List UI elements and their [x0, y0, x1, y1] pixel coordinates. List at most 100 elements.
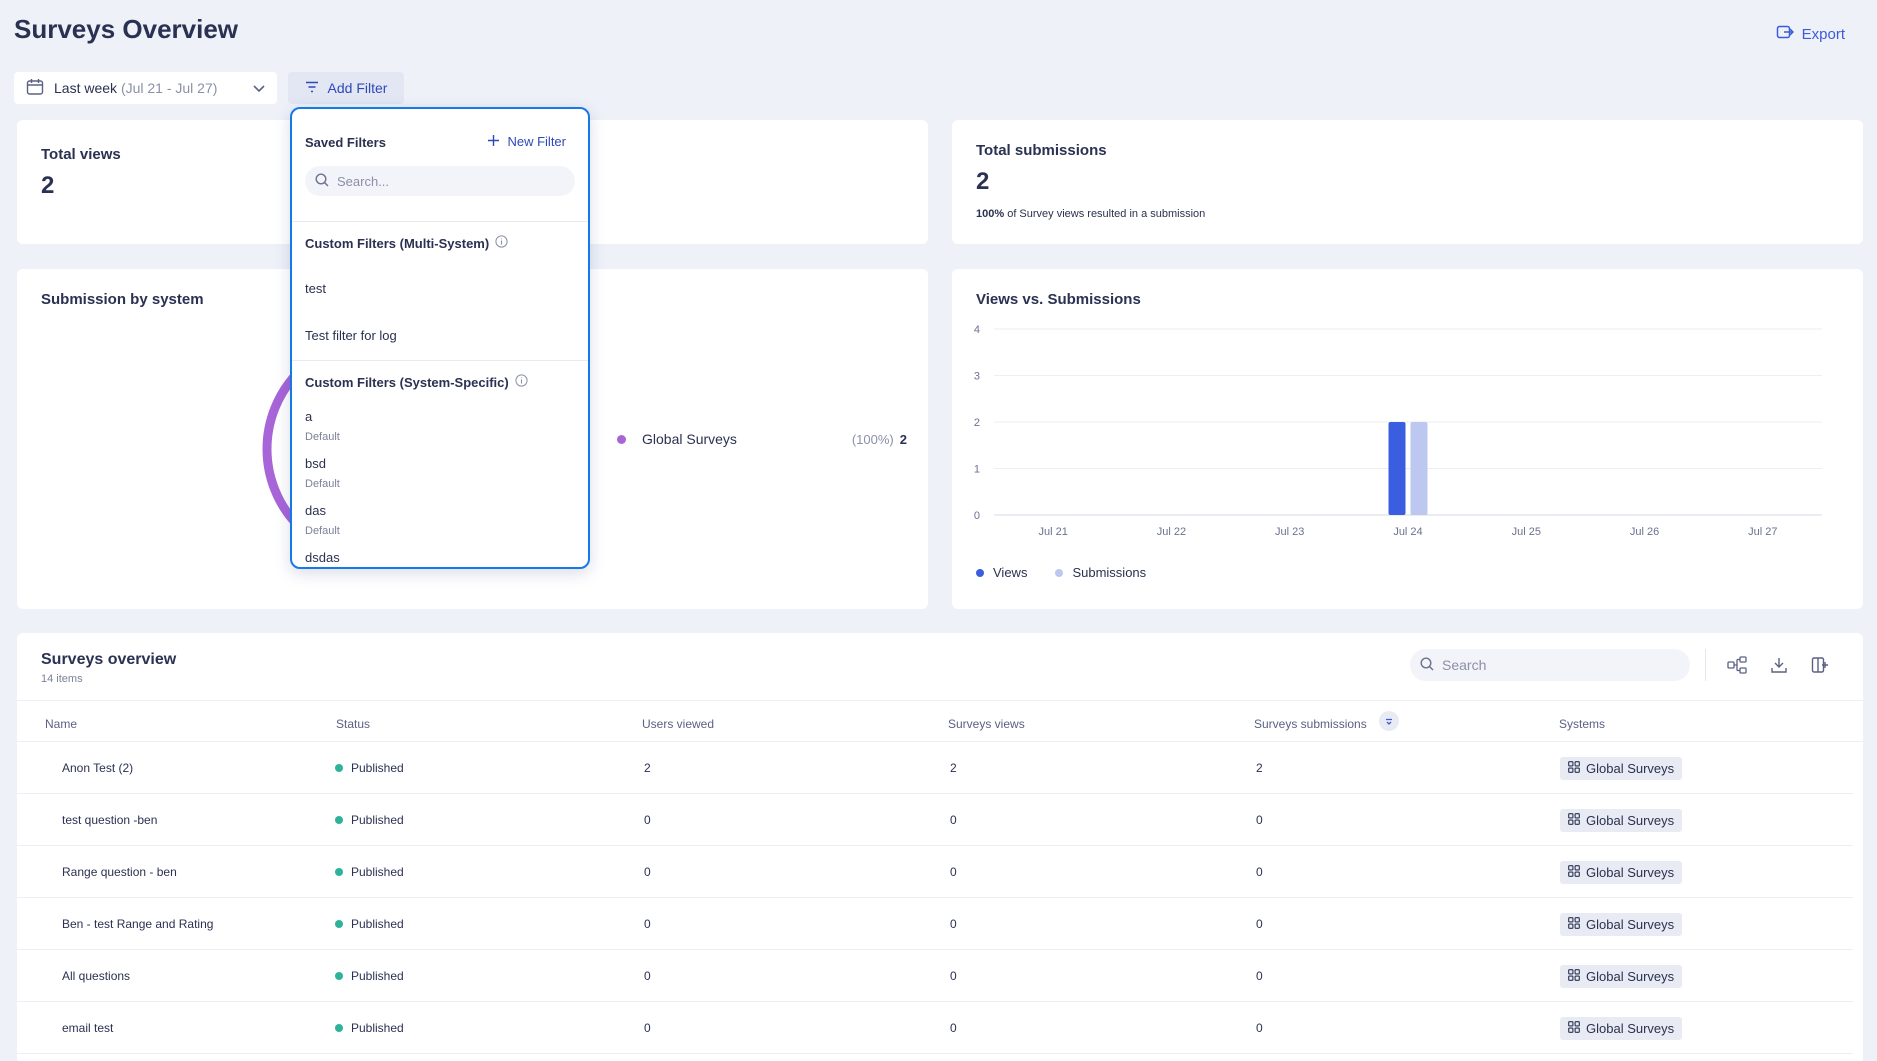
table-search-input[interactable]: Search: [1410, 649, 1690, 681]
cell-surveys-views: 0: [950, 1021, 957, 1035]
filters-search-placeholder: Search...: [337, 173, 390, 189]
download-button[interactable]: [1765, 651, 1793, 679]
hierarchy-button[interactable]: [1723, 651, 1751, 679]
system-chip: Global Surveys: [1560, 1016, 1683, 1040]
column-header-status[interactable]: Status: [336, 717, 370, 731]
submission-rate-text: of Survey views resulted in a submission: [1004, 208, 1206, 220]
date-range-value: (Jul 21 - Jul 27): [120, 80, 218, 96]
grid-icon: [1568, 760, 1580, 776]
total-views-title: Total views: [41, 146, 121, 163]
total-submissions-title: Total submissions: [976, 142, 1107, 159]
chevron-down-icon: [253, 80, 265, 96]
new-filter-button[interactable]: New Filter: [488, 134, 566, 149]
table-row[interactable]: Range question - ben Published 0 0 0 Global S…: [17, 846, 1853, 898]
grid-icon: [1568, 812, 1580, 828]
table-row[interactable]: Anon Test (2) Published 2 2 2 Global Surveys: [17, 742, 1853, 794]
cell-name: Anon Test (2): [62, 761, 134, 775]
cell-surveys-submissions: 0: [1256, 1021, 1263, 1035]
page-title: Surveys Overview: [14, 14, 239, 44]
legend-submissions-label: Submissions: [1072, 565, 1147, 580]
status-dot: [335, 920, 343, 928]
cell-surveys-views: 0: [950, 865, 957, 879]
add-filter-button[interactable]: Add Filter: [288, 72, 404, 104]
cell-surveys-submissions: 0: [1256, 865, 1263, 879]
x-tick-label: Jul 26: [1630, 526, 1659, 538]
bar-submissions[interactable]: [1410, 422, 1428, 515]
status-label: Published: [351, 761, 404, 775]
cell-name: All questions: [62, 969, 131, 983]
table-row[interactable]: Ben - test Range and Rating Published 0 0 0 G…: [17, 898, 1853, 950]
views-submissions-chart: 0 1 2 3 4 Jul 21 Jul 22 Jul 23 Jul 24 Jul 25 Jul 2…: [974, 324, 1822, 538]
column-header-surveys-views[interactable]: Surveys views: [948, 717, 1025, 731]
column-header-systems[interactable]: Systems: [1559, 717, 1605, 731]
chart-legend: Views Submissions: [976, 565, 1146, 580]
sort-button[interactable]: [1379, 711, 1399, 731]
cell-system: Global Surveys: [1560, 898, 1683, 950]
filter-item-dsdas[interactable]: dsdas: [305, 550, 340, 565]
legend-label: Global Surveys: [642, 431, 737, 447]
surveys-table-card: Surveys overview 14 items Search Name St…: [17, 633, 1863, 1061]
legend-views-label: Views: [993, 565, 1028, 580]
status-dot: [335, 1024, 343, 1032]
system-label: Global Surveys: [1586, 968, 1675, 984]
legend-dot: [617, 434, 626, 444]
filter-item-subtext: Default: [305, 525, 340, 537]
column-header-users-viewed[interactable]: Users viewed: [642, 717, 714, 731]
column-header-surveys-submissions[interactable]: Surveys submissions: [1254, 717, 1367, 731]
filter-item-bsd[interactable]: bsd Default: [305, 456, 340, 490]
dropdown-divider: [292, 221, 588, 222]
table-row[interactable]: All questions Published 0 0 0 Global Surveys: [17, 950, 1853, 1002]
x-tick-label: Jul 27: [1748, 526, 1777, 538]
status-label: Published: [351, 813, 404, 827]
table-row[interactable]: email test Published 0 0 0 Global Surveys: [17, 1002, 1853, 1054]
cell-status: Published: [335, 950, 404, 1002]
export-label: Export: [1801, 25, 1845, 43]
filter-item-das[interactable]: das Default: [305, 503, 340, 537]
add-filter-label: Add Filter: [327, 80, 388, 96]
calendar-icon: [26, 78, 44, 99]
legend-submissions-dot: [1055, 568, 1064, 577]
system-chip: Global Surveys: [1560, 964, 1683, 988]
cell-users-viewed: 0: [644, 1021, 651, 1035]
info-icon: [515, 374, 528, 390]
table-search-placeholder: Search: [1442, 657, 1487, 673]
total-submissions-value: 2: [976, 168, 990, 195]
saved-filters-title: Saved Filters: [305, 135, 386, 150]
columns-button[interactable]: [1806, 651, 1834, 679]
cell-system: Global Surveys: [1560, 1002, 1683, 1054]
system-chip: Global Surveys: [1560, 860, 1683, 884]
filters-search-input[interactable]: Search...: [305, 166, 575, 196]
x-tick-label: Jul 25: [1512, 526, 1541, 538]
cell-status: Published: [335, 794, 404, 846]
grid-icon: [1568, 916, 1580, 932]
submission-rate-note: 100% of Survey views resulted in a submi…: [976, 208, 1205, 220]
sort-desc-icon: [1386, 718, 1392, 725]
column-header-name[interactable]: Name: [45, 717, 77, 731]
toolbar-divider: [1705, 649, 1706, 681]
date-range-picker[interactable]: Last week (Jul 21 - Jul 27): [14, 72, 277, 104]
filter-item-test-filter-for-log[interactable]: Test filter for log: [305, 328, 397, 343]
filter-item-subtext: Default: [305, 431, 340, 443]
system-chip: Global Surveys: [1560, 756, 1683, 780]
bar-views[interactable]: [1388, 422, 1406, 515]
plus-icon: [488, 134, 500, 149]
status-label: Published: [351, 865, 404, 879]
cell-name: Range question - ben: [62, 865, 177, 879]
cell-system: Global Surveys: [1560, 846, 1683, 898]
x-tick-label: Jul 21: [1038, 526, 1067, 538]
saved-filters-dropdown: Saved Filters New Filter Search... Custo…: [290, 107, 590, 569]
info-icon: [495, 235, 508, 251]
submission-by-system-title: Submission by system: [41, 291, 204, 308]
filter-item-name: a: [305, 409, 313, 424]
hierarchy-icon: [1727, 656, 1747, 674]
filter-item-test[interactable]: test: [305, 281, 326, 296]
cell-surveys-views: 0: [950, 813, 957, 827]
status-label: Published: [351, 917, 404, 931]
status-dot: [335, 868, 343, 876]
table-row[interactable]: test question -ben Published 0 0 0 Global Sur…: [17, 794, 1853, 846]
filter-item-a[interactable]: a Default: [305, 409, 340, 443]
export-button[interactable]: Export: [1776, 24, 1845, 44]
system-label: Global Surveys: [1586, 864, 1675, 880]
multi-system-section-label: Custom Filters (Multi-System): [305, 235, 490, 251]
cell-system: Global Surveys: [1560, 794, 1683, 846]
